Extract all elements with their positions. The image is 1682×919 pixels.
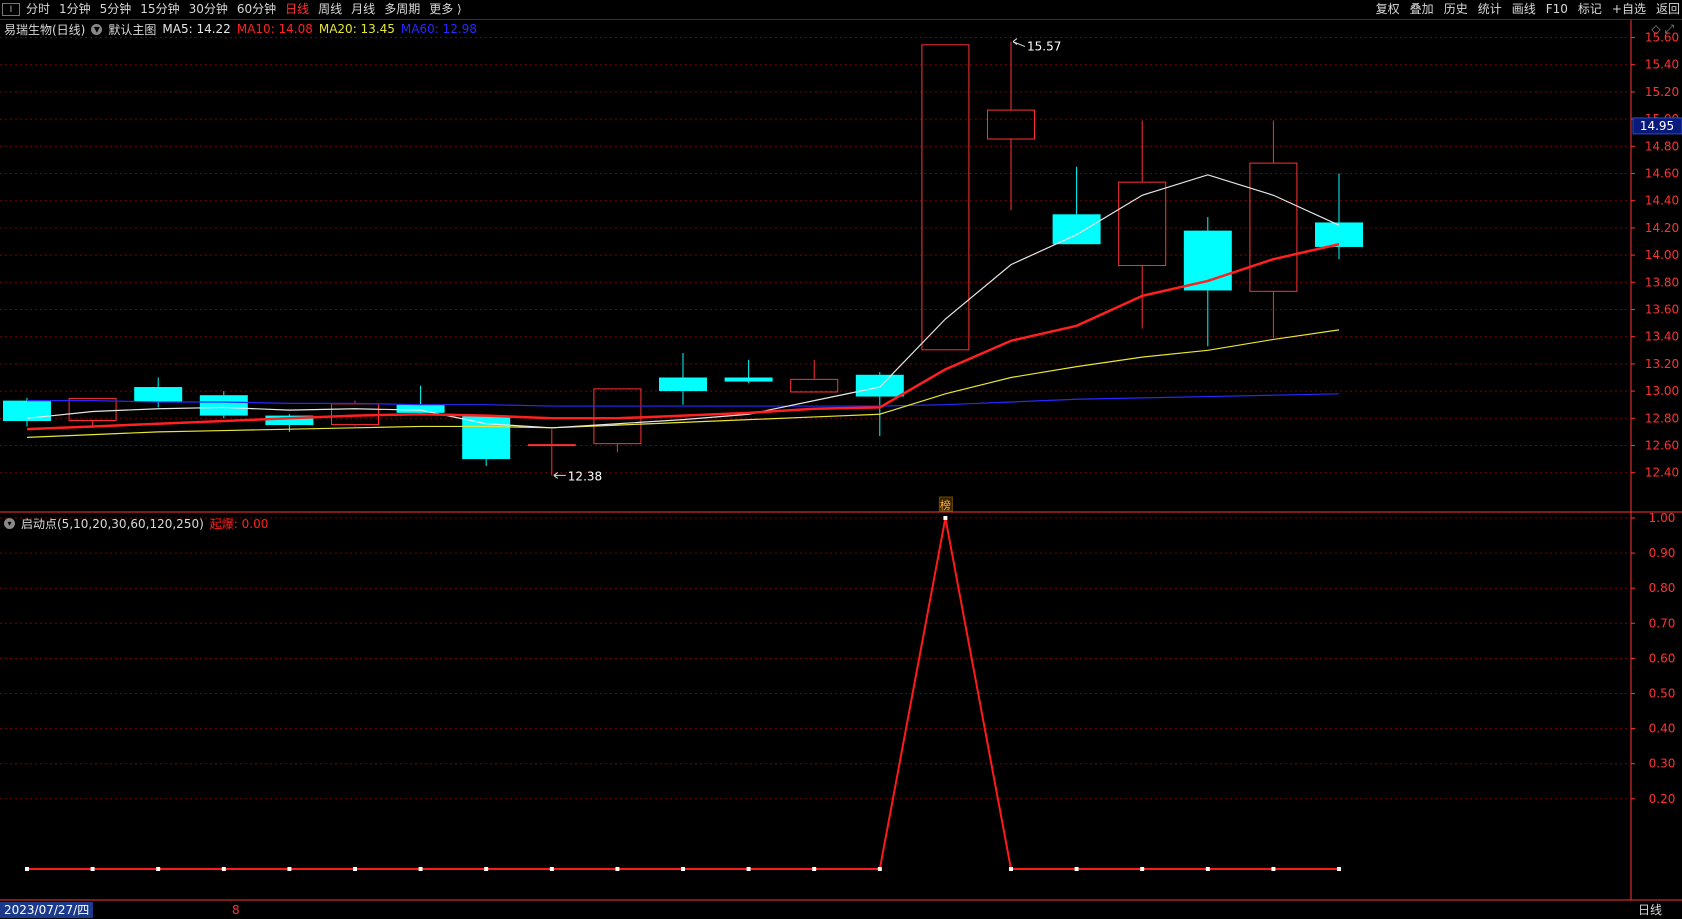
y-tick-label: 0.60 [1649,651,1676,665]
y-tick-label: 0.90 [1649,546,1676,560]
y-tick-label: 0.50 [1649,687,1676,701]
y-tick-label: 14.60 [1645,167,1679,181]
y-tick-label: 12.40 [1645,466,1679,480]
y-tick-label: 12.80 [1645,411,1679,425]
candle-body [68,397,117,422]
candle-body [527,444,576,447]
y-tick-label: 15.20 [1645,85,1679,99]
y-tick-label: 0.20 [1649,792,1676,806]
candle-body [987,109,1035,140]
signal-point [877,867,882,871]
y-tick-label: 13.20 [1645,357,1679,371]
candle-body [396,404,445,413]
signal-point [353,867,357,871]
signal-point [484,867,489,871]
signal-point [1271,867,1276,871]
signal-point [221,867,226,871]
signal-line [27,517,1339,870]
cursor-date: 2023/07/27/四 [0,902,94,918]
signal-point [681,867,685,871]
candle-body [1315,222,1363,247]
signal-point [287,867,292,871]
candle-body [659,377,707,392]
high-arrow [1012,38,1026,48]
candle-body [134,387,183,402]
y-tick-label: 14.40 [1645,194,1679,208]
bottom-marker: 8 [232,903,240,917]
candle-body [724,377,773,382]
signal-point [90,867,95,871]
signal-point [746,867,751,871]
candle-body [1052,214,1101,245]
current-price-label: 14.95 [1640,119,1674,133]
candle-body [199,395,248,416]
signal-point [1074,867,1079,871]
y-tick-label: 13.40 [1645,330,1679,344]
signal-point [812,867,817,871]
y-tick-label: 13.00 [1645,384,1679,398]
candle-body [790,378,839,393]
y-tick-label: 13.60 [1645,303,1679,317]
period-label: 日线 [1637,903,1662,917]
y-tick-label: 0.70 [1649,616,1676,630]
candle-body [855,374,904,397]
candle-body [462,415,511,460]
y-tick-label: 13.80 [1645,275,1679,289]
high-price-label: 15.57 [1027,40,1061,54]
candle-body [593,388,642,445]
low-price-label: 12.38 [568,469,602,483]
y-tick-label: 15.60 [1645,31,1679,45]
y-tick-label: 0.40 [1649,722,1676,736]
y-tick-label: 14.20 [1645,221,1679,235]
chart-canvas[interactable]: 12.40 12.60 12.80 13.00 13.20 13.40 13.60 13.80… [0,0,1682,919]
signal-point [1009,867,1013,871]
event-marker: 榜 [940,498,951,512]
signal-point [156,867,161,871]
signal-point [1337,867,1341,871]
signal-point [1205,867,1210,871]
signal-point [25,867,29,871]
y-tick-label: 14.00 [1645,248,1679,262]
y-tick-label: 15.40 [1645,58,1679,72]
signal-point [615,867,620,871]
y-tick-label: 0.80 [1649,581,1676,595]
candle-body [1249,162,1298,292]
y-tick-label: 12.60 [1645,439,1679,453]
y-tick-label: 1.00 [1649,511,1676,525]
signal-point [418,867,423,871]
y-tick-label: 14.80 [1645,139,1679,153]
signal-point [549,867,554,871]
signal-point [1140,867,1145,871]
candle-body [921,44,970,351]
low-arrow [553,472,566,479]
signal-point [943,516,948,520]
y-tick-label: 0.30 [1649,757,1676,771]
